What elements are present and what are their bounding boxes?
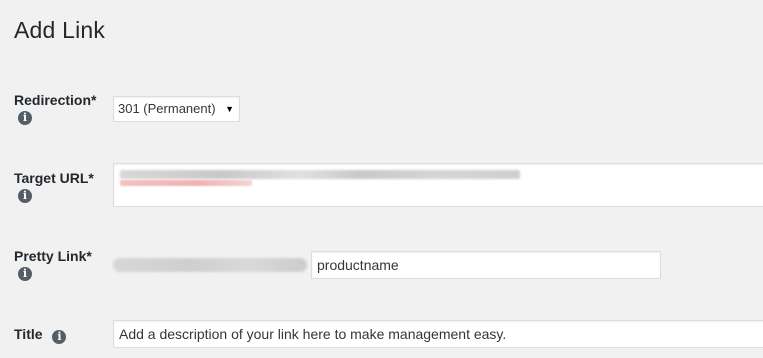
info-icon[interactable]: i: [18, 267, 32, 281]
title-placeholder: Add a description of your link here to m…: [119, 326, 507, 342]
target-url-label: Target URL*: [14, 170, 94, 186]
add-link-form: Add Link Redirection* i 301 (Permanent) …: [0, 0, 763, 358]
redirection-label: Redirection*: [14, 92, 97, 108]
page-title: Add Link: [14, 17, 106, 43]
redacted-url-text: [120, 180, 252, 186]
redirection-select-value: 301 (Permanent): [118, 101, 216, 116]
info-icon[interactable]: i: [52, 330, 67, 344]
info-icon[interactable]: i: [18, 111, 32, 125]
redacted-url-text: [120, 170, 520, 179]
target-url-input[interactable]: [113, 163, 763, 207]
title-label: Title i: [14, 326, 67, 344]
redirection-select[interactable]: 301 (Permanent) ▼: [113, 96, 240, 122]
dropdown-arrow-icon: ▼: [225, 104, 234, 114]
pretty-link-slug-input[interactable]: productname: [311, 251, 661, 279]
redacted-domain-prefix: [113, 258, 307, 272]
title-input[interactable]: Add a description of your link here to m…: [113, 320, 763, 348]
pretty-link-label: Pretty Link*: [14, 248, 92, 264]
slug-value: productname: [317, 257, 399, 273]
title-label-text: Title: [14, 326, 43, 342]
info-icon[interactable]: i: [18, 189, 32, 203]
